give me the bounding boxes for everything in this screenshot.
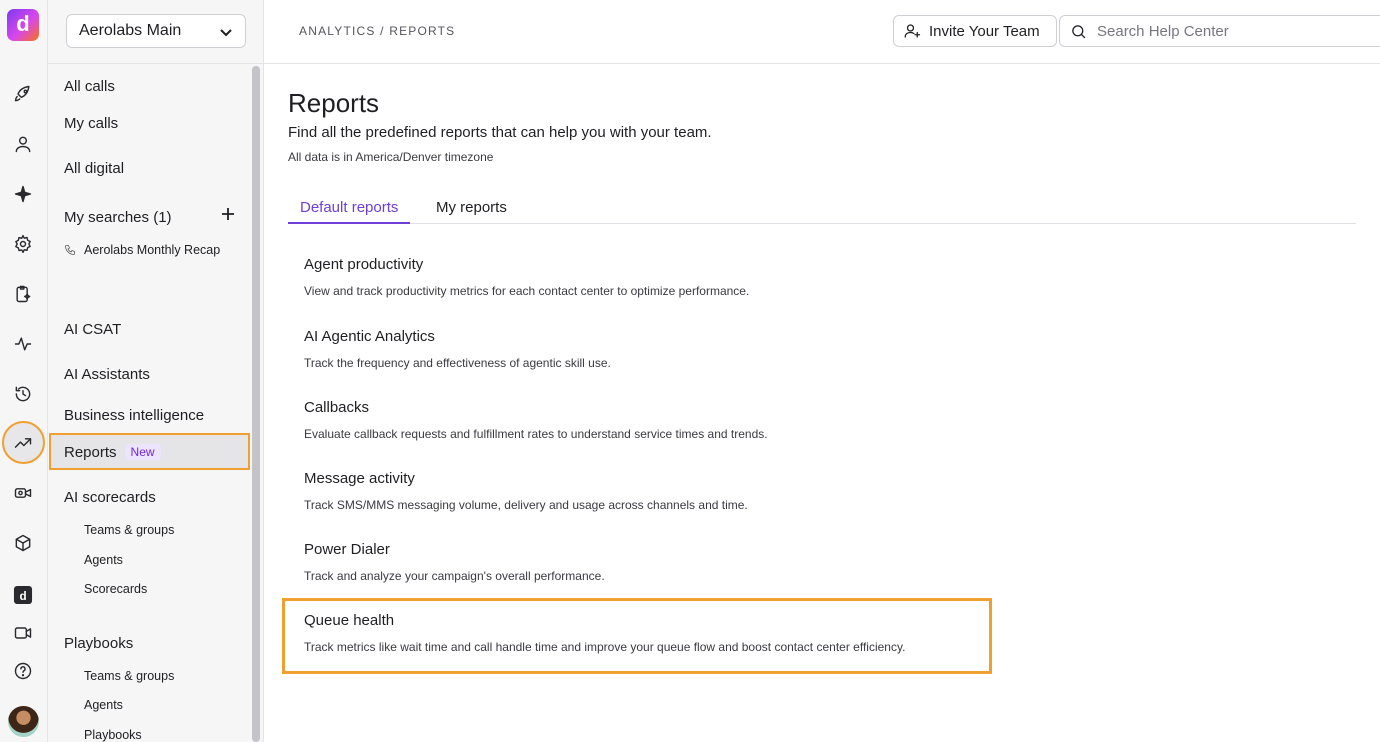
icon-rail: d d <box>0 0 48 742</box>
phone-icon <box>65 245 75 255</box>
report-description: Track and analyze your campaign's overal… <box>304 569 605 583</box>
report-name: AI Agentic Analytics <box>304 328 435 345</box>
sidebar-item-playbooks-teams[interactable]: Teams & groups <box>84 669 174 683</box>
sidebar-item-all-calls[interactable]: All calls <box>64 78 115 95</box>
sidebar-item-label: Reports <box>64 444 117 461</box>
history-icon[interactable] <box>12 383 34 405</box>
video-settings-icon[interactable] <box>12 482 34 504</box>
cube-icon[interactable] <box>12 532 34 554</box>
divider <box>48 63 264 64</box>
page-subtitle: Find all the predefined reports that can… <box>288 124 712 141</box>
report-name: Message activity <box>304 470 415 487</box>
report-name: Agent productivity <box>304 256 424 273</box>
report-item-agent-productivity[interactable]: Agent productivity View and track produc… <box>304 256 1004 298</box>
add-user-icon <box>904 24 921 38</box>
activity-icon[interactable] <box>12 333 34 355</box>
tab-my-reports[interactable]: My reports <box>424 199 519 224</box>
report-tabs: Default reports My reports <box>288 198 1356 224</box>
report-name: Callbacks <box>304 399 370 416</box>
sidebar-item-my-searches[interactable]: My searches (1) <box>64 209 172 226</box>
trending-up-icon[interactable] <box>12 432 34 454</box>
sidebar-item-ai-csat[interactable]: AI CSAT <box>64 321 121 338</box>
help-search-box[interactable] <box>1059 15 1380 47</box>
svg-text:d: d <box>19 590 26 603</box>
sidebar-item-ai-assistants[interactable]: AI Assistants <box>64 366 150 383</box>
video-icon[interactable] <box>12 622 34 644</box>
workspace-select[interactable]: Aerolabs Main <box>66 14 246 48</box>
sidebar-item-scorecards-agents[interactable]: Agents <box>84 553 123 567</box>
sidebar-item-scorecards[interactable]: Scorecards <box>84 582 147 596</box>
chevron-down-icon <box>219 25 233 39</box>
app-logo[interactable]: d <box>7 9 39 41</box>
add-search-icon[interactable] <box>220 206 236 222</box>
invite-team-button[interactable]: Invite Your Team <box>893 15 1057 47</box>
report-name: Power Dialer <box>304 541 390 558</box>
app-logo-icon[interactable]: d <box>12 584 34 606</box>
gear-icon[interactable] <box>12 233 34 255</box>
avatar[interactable] <box>8 706 39 737</box>
report-description: Track metrics like wait time and call ha… <box>304 640 906 654</box>
report-description: Track the frequency and effectiveness of… <box>304 356 611 370</box>
main-content: Reports Find all the predefined reports … <box>264 64 1380 742</box>
saved-search-label: Aerolabs Monthly Recap <box>84 243 221 257</box>
top-bar: ANALYTICS / REPORTS Invite Your Team <box>264 0 1380 64</box>
report-description: Evaluate callback requests and fulfillme… <box>304 427 768 441</box>
sidebar: Aerolabs Main All calls My calls All dig… <box>48 0 264 742</box>
timezone-note: All data is in America/Denver timezone <box>288 150 494 164</box>
breadcrumb: ANALYTICS / REPORTS <box>299 24 456 38</box>
help-icon[interactable] <box>12 660 34 682</box>
page-title: Reports <box>288 88 380 118</box>
sidebar-item-business-intelligence[interactable]: Business intelligence <box>64 407 204 424</box>
sidebar-item-all-digital[interactable]: All digital <box>64 160 124 177</box>
sidebar-item-playbooks-playbooks[interactable]: Playbooks <box>84 728 142 742</box>
sparkle-icon[interactable] <box>12 183 34 205</box>
invite-team-label: Invite Your Team <box>929 22 1040 40</box>
clipboard-sparkle-icon[interactable] <box>12 283 34 305</box>
sidebar-scrollbar[interactable] <box>252 66 260 742</box>
sidebar-item-reports[interactable]: Reports New <box>64 444 161 461</box>
report-item-ai-agentic-analytics[interactable]: AI Agentic Analytics Track the frequency… <box>304 328 1004 370</box>
sidebar-item-ai-scorecards[interactable]: AI scorecards <box>64 489 156 506</box>
report-description: Track SMS/MMS messaging volume, delivery… <box>304 498 748 512</box>
new-badge: New <box>124 444 161 460</box>
sidebar-item-scorecards-teams[interactable]: Teams & groups <box>84 523 174 537</box>
search-input[interactable] <box>1097 22 1357 40</box>
report-description: View and track productivity metrics for … <box>304 284 750 298</box>
report-item-message-activity[interactable]: Message activity Track SMS/MMS messaging… <box>304 470 1004 512</box>
sidebar-item-playbooks-agents[interactable]: Agents <box>84 698 123 712</box>
search-icon <box>1072 24 1086 38</box>
report-item-callbacks[interactable]: Callbacks Evaluate callback requests and… <box>304 399 1004 441</box>
person-icon[interactable] <box>12 133 34 155</box>
report-item-power-dialer[interactable]: Power Dialer Track and analyze your camp… <box>304 541 1004 583</box>
sidebar-item-playbooks[interactable]: Playbooks <box>64 635 133 652</box>
rocket-icon[interactable] <box>12 83 34 105</box>
report-name: Queue health <box>304 612 395 629</box>
tab-default-reports[interactable]: Default reports <box>288 199 411 224</box>
report-item-queue-health[interactable]: Queue health Track metrics like wait tim… <box>304 612 1004 654</box>
sidebar-item-my-calls[interactable]: My calls <box>64 115 118 132</box>
saved-search-item[interactable]: Aerolabs Monthly Recap <box>64 243 220 257</box>
workspace-label: Aerolabs Main <box>79 22 182 39</box>
